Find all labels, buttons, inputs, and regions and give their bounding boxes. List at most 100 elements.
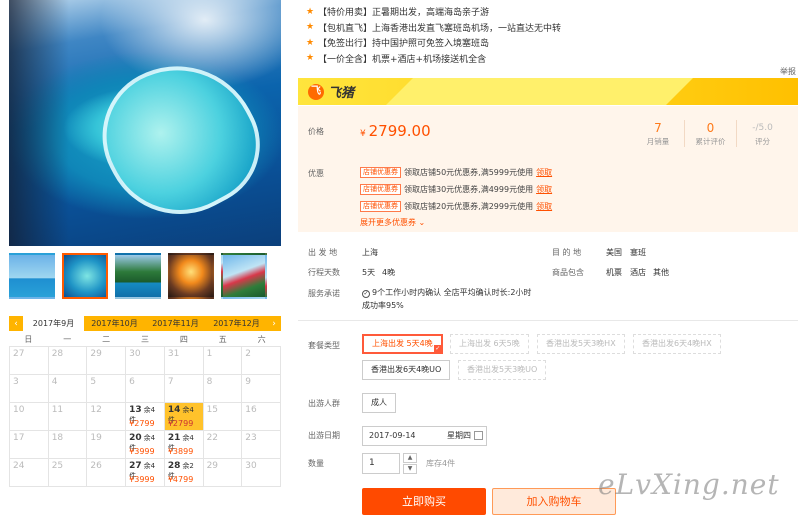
package-option[interactable]: 上海出发 5天4晚 bbox=[362, 334, 443, 354]
package-option[interactable]: 上海出发 6天5晚 bbox=[450, 334, 529, 354]
price-currency: ¥ bbox=[360, 129, 366, 139]
calendar-day-number: 29 bbox=[206, 461, 219, 471]
calendar-day-cell: 24 bbox=[10, 459, 49, 487]
quantity-decrease-icon[interactable]: ▼ bbox=[403, 464, 417, 474]
calendar-day-number: 11 bbox=[51, 405, 64, 415]
coupon-claim-link[interactable]: 领取 bbox=[536, 184, 552, 195]
package-option[interactable]: 香港出发5天3晚HX bbox=[537, 334, 625, 354]
calendar-month-tab[interactable]: 2017年12月 bbox=[206, 316, 267, 331]
calendar-day-cell: 8 bbox=[203, 375, 243, 403]
service-label: 服务承诺 bbox=[308, 289, 340, 298]
price-label: 价格 bbox=[308, 127, 324, 136]
calendar-day-cell[interactable]: 27 余4件 ¥3999 bbox=[126, 459, 165, 487]
calendar-day-price: ¥4799 bbox=[167, 475, 194, 484]
calendar-day-number: 1 bbox=[206, 349, 213, 359]
more-coupons-link[interactable]: 展开更多优惠券 ⌄ bbox=[360, 217, 552, 228]
thumbnail-4[interactable] bbox=[168, 253, 214, 299]
calendar-day-cell: 6 bbox=[126, 375, 165, 403]
calendar-day-number: 26 bbox=[90, 461, 102, 471]
calendar-next-icon[interactable]: › bbox=[267, 319, 281, 329]
service-line-1: ✓ 9个工作小时内确认 全店平均确认时长:2小时 bbox=[362, 288, 532, 298]
stats: 7 月销量 0 累计评价 -/5.0 评分 bbox=[632, 120, 788, 147]
calendar-day-cell: 29 bbox=[87, 347, 127, 375]
check-icon: ✓ bbox=[362, 290, 370, 298]
calendar-day-number: 9 bbox=[245, 377, 252, 387]
weekday-label: 三 bbox=[140, 335, 149, 344]
calendar-day-number: 2 bbox=[245, 349, 252, 359]
stat-reviews[interactable]: 0 累计评价 bbox=[684, 120, 736, 147]
calendar-day-number: 12 bbox=[90, 405, 102, 415]
calendar-day-price: ¥2799 bbox=[129, 419, 155, 428]
fliggy-logo: 飞 飞猪 bbox=[308, 82, 368, 101]
includes-label: 商品包含 bbox=[552, 268, 584, 277]
calendar-day-cell: 31 bbox=[164, 347, 204, 375]
package-option[interactable]: 香港出发5天3晚UO bbox=[458, 360, 547, 380]
coupon-item: 店铺优惠券 领取店铺20元优惠券,满2999元使用 领取 bbox=[360, 198, 552, 215]
coupon-claim-link[interactable]: 领取 bbox=[536, 167, 552, 178]
depart-value: 上海 bbox=[362, 248, 378, 257]
calendar-day-cell: 29 bbox=[203, 459, 243, 487]
price-value: 2799.00 bbox=[368, 122, 431, 140]
coupon-claim-link[interactable]: 领取 bbox=[536, 201, 552, 212]
thumbnail-3[interactable] bbox=[115, 253, 161, 299]
calendar-day-cell[interactable]: 28 余2件 ¥4799 bbox=[164, 459, 204, 487]
destination-label: 目 的 地 bbox=[552, 248, 582, 257]
stat-rating: -/5.0 评分 bbox=[736, 120, 788, 147]
calendar-day-number: 28 bbox=[51, 349, 64, 359]
thumbnail-2[interactable] bbox=[62, 253, 108, 299]
star-icon: ★ bbox=[306, 53, 315, 64]
brand-bar-stripe bbox=[373, 78, 703, 105]
quantity-increase-icon[interactable]: ▲ bbox=[403, 453, 417, 463]
calendar-prev-icon[interactable]: ‹ bbox=[9, 319, 23, 329]
calendar-day-number: 27 bbox=[129, 461, 142, 471]
calendar-day-number: 25 bbox=[51, 461, 64, 471]
calendar-day-cell[interactable]: 13 余4件 ¥2799 bbox=[126, 403, 165, 431]
product-main-image bbox=[9, 0, 281, 246]
thumbnail-5[interactable] bbox=[221, 253, 267, 299]
travel-date-picker[interactable]: 2017-09-14 星期四 bbox=[362, 426, 487, 446]
calendar-day-number: 24 bbox=[13, 461, 25, 471]
calendar-day-number: 30 bbox=[245, 461, 257, 471]
calendar-day-number: 8 bbox=[206, 377, 213, 387]
calendar-day-cell[interactable]: 20 余4件 ¥3999 bbox=[126, 431, 165, 459]
airplane-window-frame bbox=[9, 0, 69, 246]
calendar-day-cell: 30 bbox=[242, 459, 281, 487]
calendar-day-price: ¥3999 bbox=[129, 475, 155, 484]
calendar-day-cell[interactable]: 21 余4件 ¥3899 bbox=[164, 431, 204, 459]
star-icon: ★ bbox=[306, 22, 315, 33]
calendar-day-cell: 1 bbox=[203, 347, 243, 375]
days-value: 5天 bbox=[362, 268, 376, 277]
calendar-day-price: ¥3899 bbox=[167, 447, 194, 456]
calendar-day-number: 31 bbox=[167, 349, 180, 359]
calendar-month-tab[interactable]: 2017年11月 bbox=[145, 316, 206, 331]
calendar-day-number: 19 bbox=[90, 433, 102, 443]
includes-item: 酒店 bbox=[630, 268, 646, 277]
package-option[interactable]: 香港出发6天4晚UO bbox=[362, 360, 451, 380]
weekday-label: 一 bbox=[63, 335, 72, 344]
star-icon: ★ bbox=[306, 6, 315, 17]
calendar-day-number: 18 bbox=[51, 433, 64, 443]
calendar-day-number: 3 bbox=[13, 377, 19, 387]
traveler-type-option[interactable]: 成人 bbox=[362, 393, 396, 413]
calendar-day-cell[interactable]: 14 余4件 ¥2799 bbox=[164, 403, 204, 431]
calendar-day-cell: 27 bbox=[10, 347, 49, 375]
service-line-2: 成功率95% bbox=[362, 301, 404, 310]
package-label: 套餐类型 bbox=[308, 341, 340, 350]
package-option[interactable]: 香港出发6天4晚HX bbox=[633, 334, 721, 354]
quantity-input[interactable]: 1 bbox=[362, 453, 400, 474]
calendar-month-tab[interactable]: 2017年9月 bbox=[23, 316, 84, 331]
buy-now-button[interactable]: 立即购买 bbox=[362, 488, 486, 515]
calendar-day-number: 6 bbox=[129, 377, 135, 387]
divider bbox=[298, 320, 798, 321]
price: ¥ 2799.00 bbox=[360, 122, 431, 140]
brand-name: 飞猪 bbox=[328, 86, 355, 101]
weekday-label: 二 bbox=[102, 335, 111, 344]
calendar-day-number: 15 bbox=[206, 405, 219, 415]
calendar-day-cell: 18 bbox=[48, 431, 88, 459]
report-link[interactable]: 举报 bbox=[780, 66, 796, 77]
thumbnail-1[interactable] bbox=[9, 253, 55, 299]
calendar-month-tab[interactable]: 2017年10月 bbox=[84, 316, 145, 331]
calendar-day-number: 29 bbox=[90, 349, 102, 359]
island-reef bbox=[78, 37, 281, 241]
travelers-label: 出游人群 bbox=[308, 399, 340, 408]
